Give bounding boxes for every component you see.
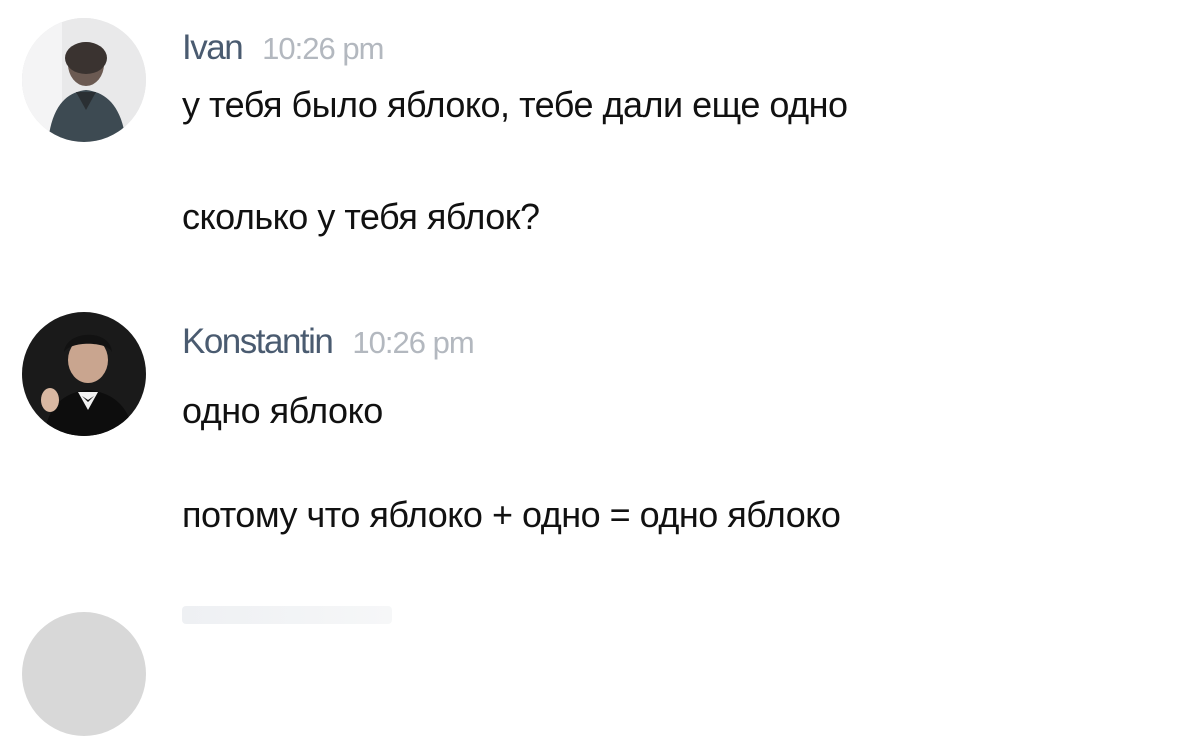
author-name[interactable]: Konstantin (182, 322, 334, 361)
user-photo-icon (22, 312, 146, 436)
avatar[interactable] (22, 612, 146, 736)
message-text: сколько у тебя яблок? (182, 196, 540, 237)
user-photo-icon (22, 18, 146, 142)
message-header: Konstantin 10:26 pm (182, 322, 475, 368)
author-name[interactable]: Ivan (182, 28, 244, 67)
author-name-placeholder (182, 606, 392, 624)
chat-message: Konstantin 10:26 pm одно яблоко потому чт… (0, 312, 1200, 572)
message-text: потому что яблоко + одно = одно яблоко (182, 494, 841, 535)
avatar[interactable] (22, 312, 146, 436)
chat-history: Ivan 10:26 pm у тебя было яблоко, тебе да… (0, 0, 1200, 736)
message-time: 10:26 pm (262, 31, 384, 66)
message-text: одно яблоко (182, 390, 383, 431)
message-time: 10:26 pm (352, 325, 474, 360)
message-header: Ivan 10:26 pm (182, 28, 384, 74)
chat-message: Ivan 10:26 pm у тебя было яблоко, тебе да… (0, 18, 1200, 288)
chat-message-partial (0, 600, 1200, 736)
avatar[interactable] (22, 18, 146, 142)
message-text: у тебя было яблоко, тебе дали еще одно (182, 84, 848, 125)
